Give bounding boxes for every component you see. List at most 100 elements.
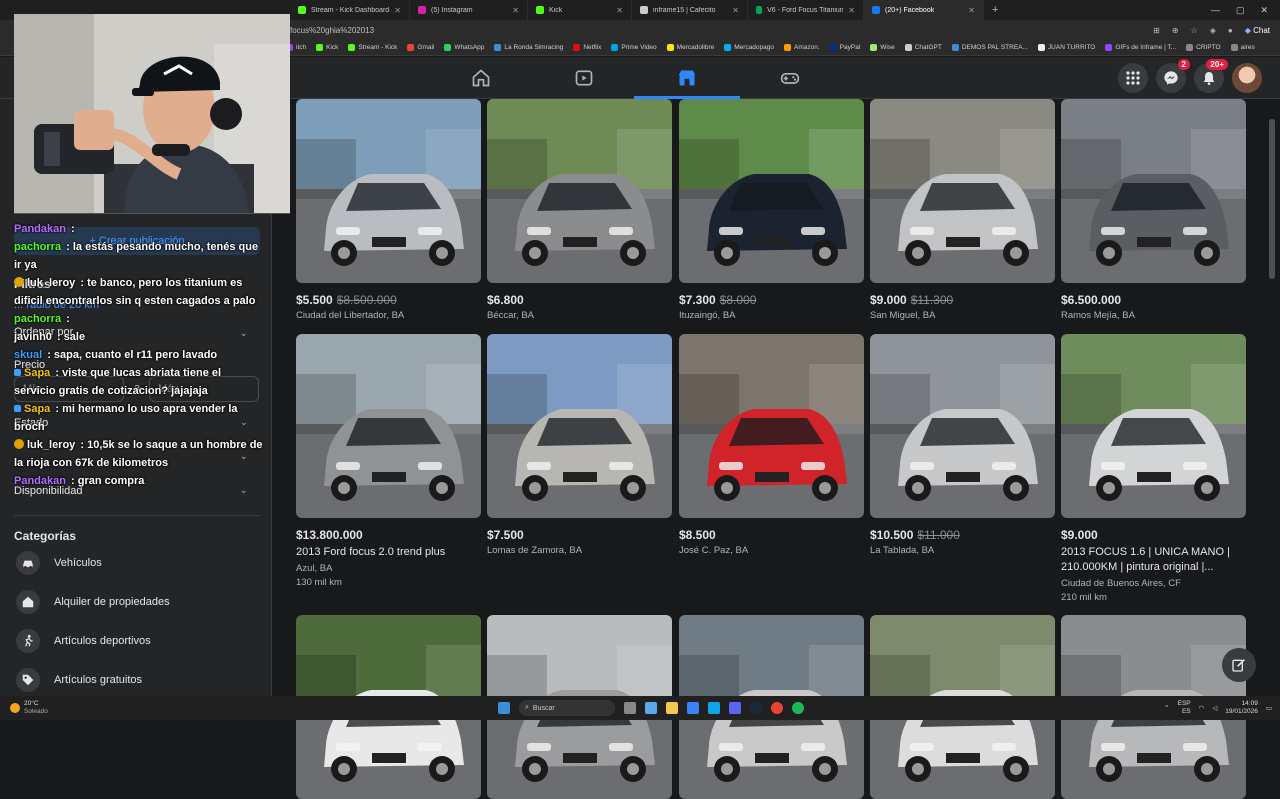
bookmark-item[interactable]: La Ronda Simracing [494, 44, 563, 51]
listing-photo[interactable] [870, 99, 1055, 283]
category-property-rentals[interactable]: Alquiler de propiedades [16, 590, 170, 614]
tray-chevron-icon[interactable]: ⌃ [1164, 704, 1169, 712]
close-window-icon[interactable]: ✕ [1260, 5, 1268, 16]
marketplace-nav-icon[interactable] [634, 65, 740, 99]
scrollbar-thumb[interactable] [1269, 119, 1275, 279]
listing-card[interactable]: $9.000 $11.300 San Miguel, BA [870, 99, 1055, 321]
menu-grid-button[interactable] [1118, 63, 1148, 93]
gaming-nav-icon[interactable] [777, 65, 803, 91]
spotify-icon[interactable] [792, 702, 804, 714]
listing-card[interactable]: $5.500 $8.500.000 Ciudad del Libertador, B… [296, 99, 481, 321]
task-view-icon[interactable] [624, 702, 636, 714]
notifications-button[interactable]: 20+ [1194, 59, 1228, 93]
clock[interactable]: 14:09 19/01/2026 [1225, 700, 1258, 716]
steam-icon[interactable] [750, 702, 762, 714]
chat-username: luk_leroy [27, 277, 76, 289]
profile-avatar[interactable] [1232, 63, 1262, 93]
bookmark-item[interactable]: Gmail [407, 44, 434, 51]
listing-photo[interactable] [1061, 99, 1246, 283]
listing-photo[interactable] [870, 334, 1055, 518]
bookmark-item[interactable]: ChatGPT [904, 44, 942, 51]
browser-tab[interactable]: Kick ✕ [528, 0, 632, 20]
listing-card[interactable]: $6.500.000 Ramos Mejía, BA [1061, 99, 1246, 321]
chrome-chat-button[interactable]: ◆ Chat [1245, 26, 1270, 35]
close-tab-icon[interactable]: ✕ [394, 6, 401, 15]
bookmark-label: GIFs de Inframe | T... [1115, 44, 1177, 51]
home-nav-icon[interactable] [468, 65, 494, 91]
video-nav-icon[interactable] [571, 65, 597, 91]
bookmark-item[interactable]: GIFs de Inframe | T... [1105, 44, 1176, 51]
chrome-icon[interactable] [771, 702, 783, 714]
taskbar-search[interactable]: ⌕ Buscar [519, 700, 615, 716]
messenger-button[interactable]: 2 [1156, 59, 1190, 93]
bookmark-item[interactable]: JUAN TURRITO [1037, 44, 1096, 51]
zoom-icon[interactable]: ⊕ [1172, 26, 1179, 35]
wifi-icon[interactable]: ◠ [1199, 704, 1205, 712]
browser-tab[interactable]: V6 - Ford Focus Titanium MT 5p ✕ [748, 0, 864, 20]
star-icon[interactable]: ☆ [1191, 26, 1198, 35]
browser-tab[interactable]: (5) Instagram ✕ [410, 0, 528, 20]
translate-icon[interactable]: ⊞ [1153, 26, 1160, 35]
bookmark-item[interactable]: Netflix [573, 44, 601, 51]
bookmark-item[interactable]: WhatsApp [444, 44, 484, 51]
scrollbar[interactable] [1268, 99, 1276, 696]
compose-button[interactable] [1222, 648, 1256, 682]
bookmark-label: JUAN TURRITO [1047, 44, 1096, 51]
category-sports[interactable]: Artículos deportivos [16, 629, 151, 653]
file-explorer-icon[interactable] [666, 702, 678, 714]
edge-icon[interactable] [708, 702, 720, 714]
search-icon: ⌕ [525, 704, 529, 711]
listing-photo[interactable] [487, 99, 672, 283]
listing-card[interactable]: $7.500 Lomas de Zamora, BA [487, 334, 672, 556]
listing-card[interactable]: $13.800.000 2013 Ford focus 2.0 trend plu… [296, 334, 481, 588]
bookmark-item[interactable]: Mercadopago [724, 44, 774, 51]
weather-widget[interactable]: 20°C Soleado [10, 700, 48, 716]
url-text[interactable]: focus%20ghia%202013 [290, 26, 374, 35]
listing-card[interactable]: $7.300 $8.000 Ituzaingó, BA [679, 99, 864, 321]
browser-tab[interactable]: (20+) Facebook ✕ [864, 0, 984, 20]
listing-photo[interactable] [296, 99, 481, 283]
category-vehicles[interactable]: Vehículos [16, 551, 102, 575]
browser-tab[interactable]: inframe15 | Cafecito ✕ [632, 0, 748, 20]
profile-icon[interactable]: ● [1228, 26, 1233, 35]
close-tab-icon[interactable]: ✕ [512, 6, 519, 15]
listing-photo[interactable] [679, 99, 864, 283]
bookmark-item[interactable]: aires [1230, 44, 1255, 51]
bookmark-favicon-icon [348, 44, 356, 51]
close-tab-icon[interactable]: ✕ [848, 6, 855, 15]
minimize-icon[interactable]: — [1211, 5, 1220, 16]
bookmark-item[interactable]: DEMOS PAL STREA... [951, 44, 1028, 51]
discord-icon[interactable] [729, 702, 741, 714]
mail-icon[interactable] [687, 702, 699, 714]
new-tab-button[interactable]: + [984, 4, 1006, 16]
listing-photo[interactable] [1061, 334, 1246, 518]
language-indicator[interactable]: ESP ES [1178, 700, 1191, 716]
listing-card[interactable]: $10.500 $11.000 La Tablada, BA [870, 334, 1055, 556]
bookmark-item[interactable]: Kick [316, 44, 338, 51]
listing-card[interactable]: $8.500 José C. Paz, BA [679, 334, 864, 556]
bookmark-item[interactable]: Amazon. [784, 44, 820, 51]
bookmark-item[interactable]: Wise [870, 44, 895, 51]
close-tab-icon[interactable]: ✕ [616, 6, 623, 15]
listing-photo[interactable] [679, 334, 864, 518]
tab-label: (5) Instagram [431, 6, 473, 14]
listing-photo[interactable] [296, 334, 481, 518]
bookmark-item[interactable]: Mercadolibre [666, 44, 714, 51]
listing-card[interactable]: $9.000 2013 FOCUS 1.6 | UNICA MANO | 210.… [1061, 334, 1246, 603]
volume-icon[interactable]: ◁ [1212, 704, 1217, 712]
category-free-items[interactable]: Artículos gratuitos [16, 668, 142, 692]
widgets-icon[interactable] [645, 702, 657, 714]
browser-tab[interactable]: Stream - Kick Dashboard ✕ [290, 0, 410, 20]
bookmark-item[interactable]: Stream - Kick [348, 44, 397, 51]
start-icon[interactable] [498, 702, 510, 714]
extensions-icon[interactable]: ◈ [1210, 26, 1216, 35]
bookmark-item[interactable]: CRIPTO [1186, 44, 1221, 51]
listing-photo[interactable] [487, 334, 672, 518]
listing-card[interactable]: $6.800 Béccar, BA [487, 99, 672, 321]
close-tab-icon[interactable]: ✕ [732, 6, 739, 15]
close-tab-icon[interactable]: ✕ [968, 6, 975, 15]
bookmark-item[interactable]: Prime Video [611, 44, 657, 51]
bookmark-item[interactable]: PayPal [829, 44, 860, 51]
notification-center-icon[interactable]: ▭ [1266, 704, 1272, 712]
maximize-icon[interactable]: ▢ [1236, 5, 1245, 16]
